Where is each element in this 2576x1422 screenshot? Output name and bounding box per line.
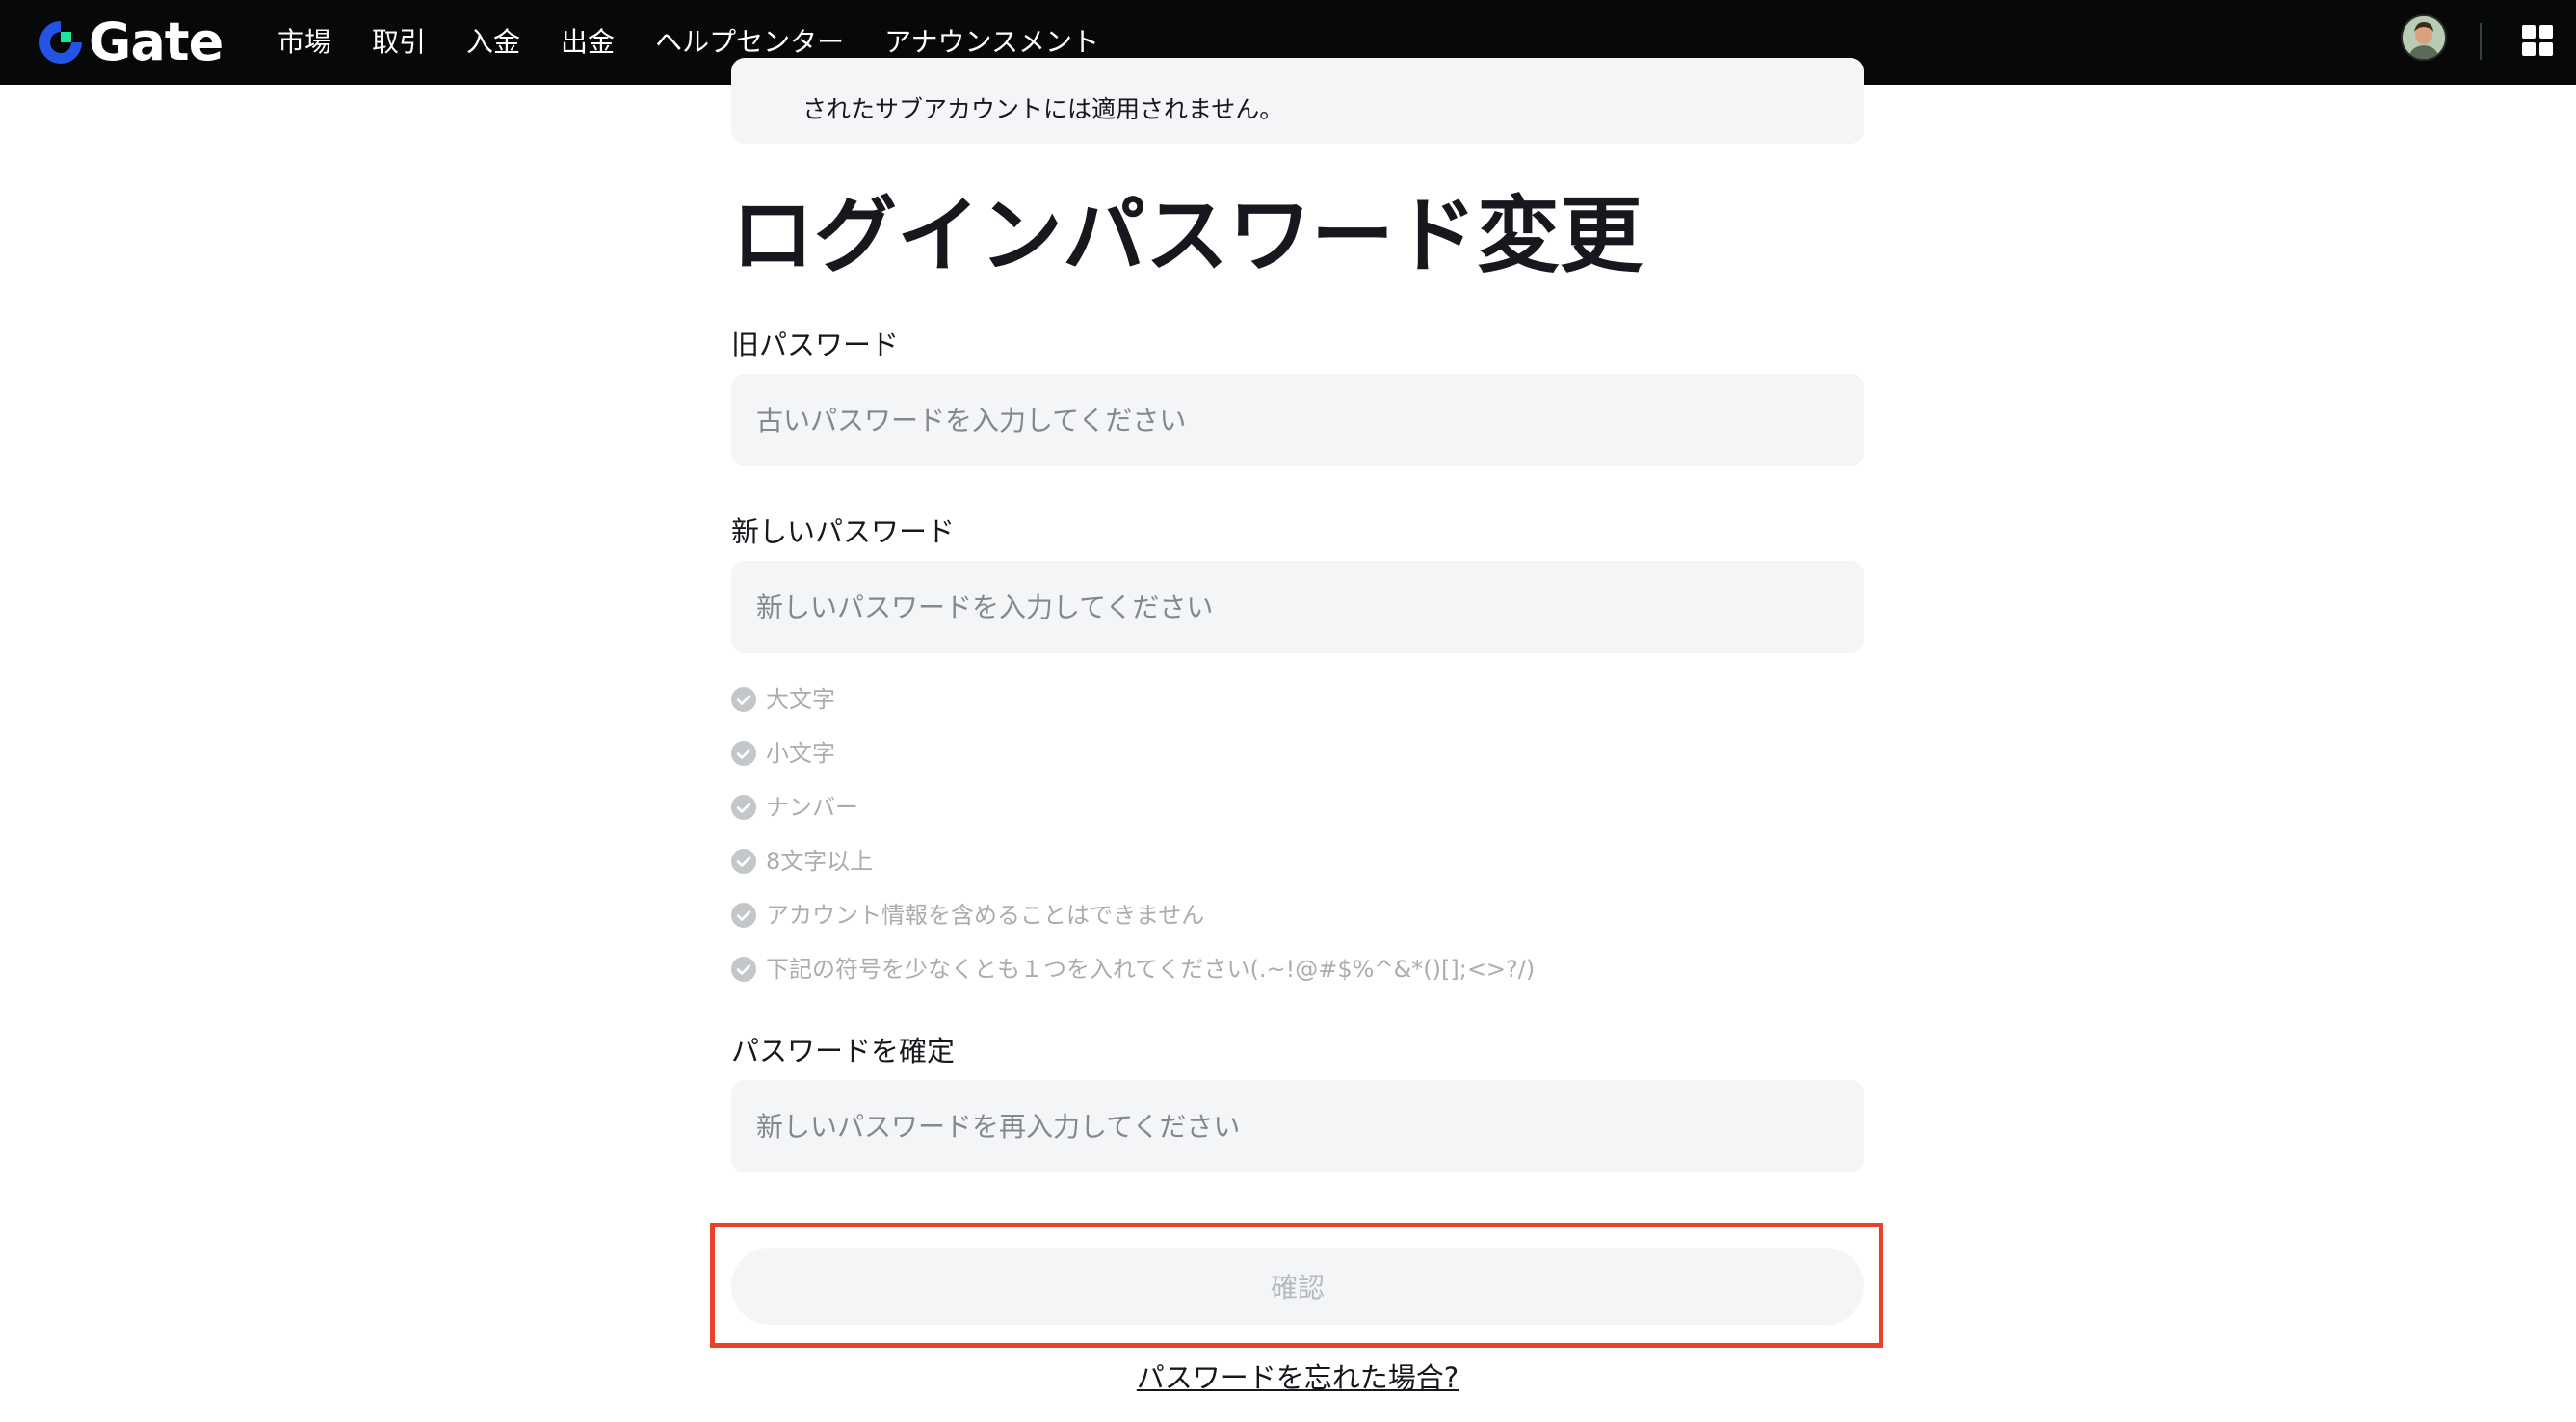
confirm-button[interactable]: 確認 xyxy=(731,1248,1864,1325)
password-change-page: Gate 市場 取引 入金 出金 ヘルプセンター アナウンスメント されたサブア… xyxy=(0,0,2576,1422)
page-title: ログインパスワード変更 xyxy=(731,188,1643,284)
avatar[interactable] xyxy=(2401,14,2447,61)
password-rule-lowercase: 小文字 xyxy=(731,737,835,770)
new-password-label: 新しいパスワード xyxy=(731,515,956,548)
nav-item-withdraw[interactable]: 出金 xyxy=(561,0,615,85)
check-circle-icon xyxy=(731,687,756,712)
confirm-password-label: パスワードを確定 xyxy=(731,1035,956,1067)
password-rule-symbol: 下記の符号を少なくとも１つを入れてください(.~!@#$%^&*()[];<>?… xyxy=(731,953,1535,986)
rule-label: ナンバー xyxy=(766,794,858,821)
nav-item-markets[interactable]: 市場 xyxy=(277,0,331,85)
forgot-password-link[interactable]: パスワードを忘れた場合? xyxy=(0,1356,2576,1399)
old-password-label: 旧パスワード xyxy=(731,329,900,361)
password-rule-length: 8文字以上 xyxy=(731,845,873,878)
check-circle-icon xyxy=(731,849,756,874)
brand-name: Gate xyxy=(89,12,223,72)
check-circle-icon xyxy=(731,957,756,982)
nav-item-trade[interactable]: 取引 xyxy=(372,0,426,85)
rule-label: アカウント情報を含めることはできません xyxy=(766,902,1205,929)
rule-label: 大文字 xyxy=(766,686,835,713)
user-avatar-icon xyxy=(2403,16,2445,59)
rule-label: 小文字 xyxy=(766,740,835,767)
apps-grid-icon[interactable] xyxy=(2522,25,2553,56)
check-circle-icon xyxy=(731,741,756,766)
gate-logo-icon xyxy=(39,21,82,64)
nav-divider xyxy=(2480,23,2482,60)
new-password-input[interactable] xyxy=(731,561,1864,653)
check-circle-icon xyxy=(731,795,756,820)
rule-label: 下記の符号を少なくとも１つを入れてください(.~!@#$%^&*()[];<>?… xyxy=(766,956,1536,983)
password-rule-number: ナンバー xyxy=(731,791,858,824)
nav-item-deposit[interactable]: 入金 xyxy=(466,0,520,85)
old-password-input[interactable] xyxy=(731,374,1864,466)
password-rule-no-account-info: アカウント情報を含めることはできません xyxy=(731,899,1204,932)
rule-label: 8文字以上 xyxy=(766,848,874,875)
notice-text: されたサブアカウントには適用されません。 xyxy=(802,95,1284,123)
password-rule-uppercase: 大文字 xyxy=(731,683,835,716)
brand-logo[interactable]: Gate xyxy=(37,13,223,71)
confirm-password-input[interactable] xyxy=(731,1080,1864,1172)
check-circle-icon xyxy=(731,903,756,928)
